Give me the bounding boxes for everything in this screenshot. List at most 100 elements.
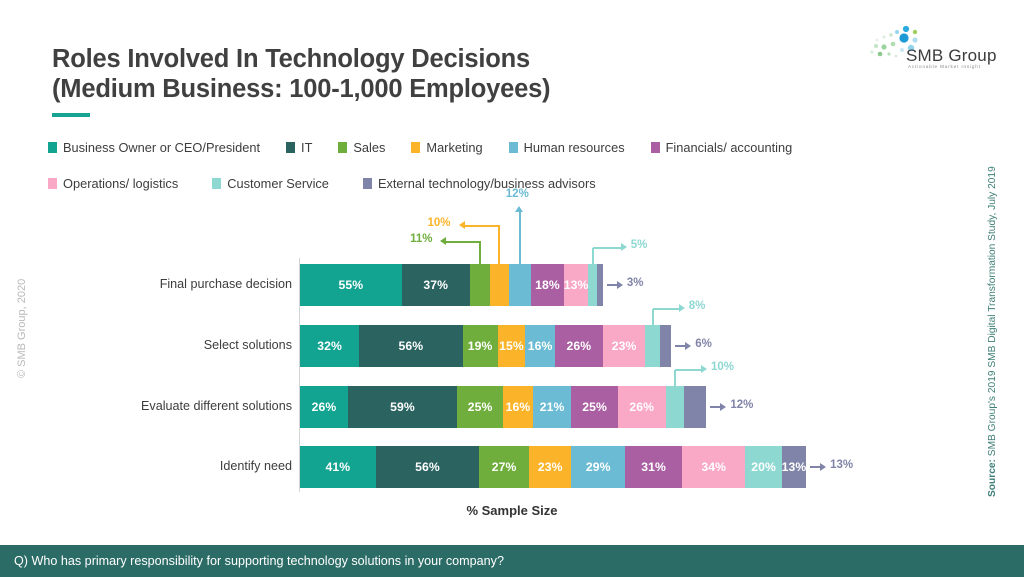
chart-callout-label: 8% — [688, 300, 706, 312]
chart-category-label: Final purchase decision — [159, 277, 292, 291]
chart-bar-segment[interactable]: 25% — [456, 386, 504, 428]
chart-bar-segment[interactable]: 15% — [497, 325, 526, 367]
chart-category-label: Select solutions — [203, 338, 292, 352]
chart-callout-line — [591, 248, 594, 264]
chart-category-label: Identify need — [219, 459, 292, 473]
legend-label: Operations/ logistics — [63, 175, 179, 191]
chart-bar-segment[interactable]: 16% — [525, 325, 555, 367]
chart-callout-arrow — [459, 221, 466, 229]
chart-bar-segment[interactable]: 26% — [617, 386, 666, 428]
chart-bar-segment[interactable] — [665, 386, 685, 428]
legend-label: External technology/business advisors — [377, 175, 596, 191]
chart-segment-value: 13% — [563, 278, 589, 292]
chart-segment-value: 37% — [423, 278, 449, 292]
chart-callout-arrow — [620, 243, 627, 251]
chart-bar-segment[interactable]: 20% — [745, 446, 783, 488]
chart-bar-segment[interactable]: 56% — [375, 446, 480, 488]
legend-swatch-icon — [508, 141, 518, 153]
chart-x-axis-title: % Sample Size — [466, 503, 558, 518]
chart-callout-arrow — [678, 304, 685, 312]
chart-bar-segment[interactable]: 25% — [571, 386, 618, 428]
chart-callout-arrow — [616, 281, 623, 289]
legend-row-1: Business Owner or CEO/President IT Sales… — [48, 138, 978, 156]
chart-bar-segment[interactable]: 37% — [401, 264, 470, 306]
chart-segment-value: 56% — [415, 460, 440, 474]
chart-segment-value: 41% — [325, 460, 351, 474]
chart-bar-segment[interactable] — [660, 325, 672, 367]
chart-bar-segment[interactable]: 27% — [479, 446, 529, 488]
chart-bar-segment[interactable] — [469, 264, 491, 306]
footer-bar: Q) Who has primary responsibility for su… — [0, 545, 1024, 577]
chart-segment-value: 34% — [701, 460, 727, 474]
legend-swatch-icon — [286, 141, 296, 153]
chart-callout-line — [651, 309, 654, 325]
chart-bar-segment[interactable] — [645, 325, 661, 367]
chart-bar-segment[interactable]: 21% — [532, 386, 572, 428]
legend-item-financials-accounting[interactable]: Financials/ accounting — [650, 139, 793, 155]
chart-callout-line — [498, 226, 501, 264]
legend-item-marketing[interactable]: Marketing — [411, 140, 483, 155]
chart-bar-segment[interactable]: 56% — [359, 325, 463, 367]
chart-callout-arrow — [820, 463, 827, 471]
chart-bar-segment[interactable]: 31% — [625, 446, 683, 488]
legend-swatch-icon — [650, 141, 660, 153]
chart-bar-segment[interactable]: 13% — [782, 446, 806, 488]
chart-bar-segment[interactable]: 23% — [602, 325, 646, 367]
chart-callout-line — [518, 212, 521, 264]
footer-question: Q) Who has primary responsibility for su… — [14, 554, 504, 568]
chart-bar-segment[interactable]: 29% — [571, 446, 626, 488]
chart-bar-row: 41% 56% 27% 23% 29% 31% 34% 20% 13% — [300, 446, 806, 488]
chart-bar-segment[interactable] — [588, 264, 598, 306]
chart-segment-value: 23% — [537, 460, 563, 474]
chart-bar-row: 26% 59% 25% 16% 21% 25% 26% — [300, 386, 707, 428]
legend-label: Human resources — [523, 139, 625, 155]
legend-label: Financials/ accounting — [665, 139, 793, 155]
chart-bar-row: 55% 37% 18% 13% — [300, 264, 603, 306]
chart-segment-value: 13% — [781, 460, 807, 474]
chart-callout-line — [446, 241, 482, 243]
chart-bar-segment[interactable]: 26% — [300, 386, 349, 428]
chart-bar-segment[interactable]: 34% — [682, 446, 746, 488]
chart-segment-value: 26% — [566, 339, 592, 353]
legend-item-sales[interactable]: Sales — [338, 140, 385, 155]
legend-label: Customer Service — [227, 175, 329, 191]
chart-segment-value: 20% — [751, 460, 776, 474]
chart-bar-segment[interactable] — [684, 386, 707, 428]
chart-bar-segment[interactable]: 55% — [300, 264, 402, 306]
source-prefix: Source: — [987, 459, 998, 497]
chart-callout-line — [673, 370, 676, 386]
legend-item-external-advisors[interactable]: External technology/business advisors — [362, 175, 596, 191]
legend-item-human-resources[interactable]: Human resources — [508, 139, 625, 155]
chart-bar-segment[interactable]: 16% — [503, 386, 533, 428]
chart-callout-line — [606, 284, 617, 286]
chart-callout-arrow — [440, 237, 447, 245]
chart-bar-segment[interactable]: 32% — [300, 325, 360, 367]
chart-segment-value: 25% — [467, 400, 493, 414]
legend-item-customer-service[interactable]: Customer Service — [212, 176, 329, 191]
chart-segment-value: 18% — [535, 278, 560, 292]
chart-bar-segment[interactable]: 13% — [564, 264, 588, 306]
chart-callout-label: 6% — [695, 338, 712, 350]
legend-item-business-owner[interactable]: Business Owner or CEO/President — [48, 140, 260, 155]
legend-swatch-icon — [48, 141, 57, 153]
legend-item-operations-logistics[interactable]: Operations/ logistics — [48, 176, 178, 191]
smb-group-logo: SMB Group Actionable Market Insight — [860, 20, 996, 75]
chart-callout-arrow — [514, 206, 523, 212]
chart-bar-segment[interactable]: 18% — [530, 264, 565, 306]
title-line-2: (Medium Business: 100-1,000 Employees) — [52, 75, 551, 103]
chart-bar-row: 32% 56% 19% 15% 16% 26% 23% — [300, 325, 672, 367]
legend-item-it[interactable]: IT — [286, 140, 312, 155]
chart-callout-label: 13% — [830, 459, 854, 471]
chart-bar-segment[interactable] — [508, 264, 531, 306]
chart-bar-segment[interactable]: 23% — [529, 446, 572, 488]
chart-bar-segment[interactable] — [490, 264, 509, 306]
chart-bar-segment[interactable]: 59% — [348, 386, 457, 428]
chart-bar-segment[interactable]: 26% — [554, 325, 603, 367]
chart-segment-value: 16% — [527, 339, 553, 353]
chart-bar-segment[interactable]: 41% — [300, 446, 376, 488]
chart-bar-segment[interactable]: 19% — [462, 325, 498, 367]
chart-bar-segment[interactable] — [597, 264, 603, 306]
chart-callout-label: 11% — [410, 233, 433, 245]
logo-tagline: Actionable Market Insight — [908, 64, 981, 69]
chart-callout-line — [674, 369, 701, 371]
